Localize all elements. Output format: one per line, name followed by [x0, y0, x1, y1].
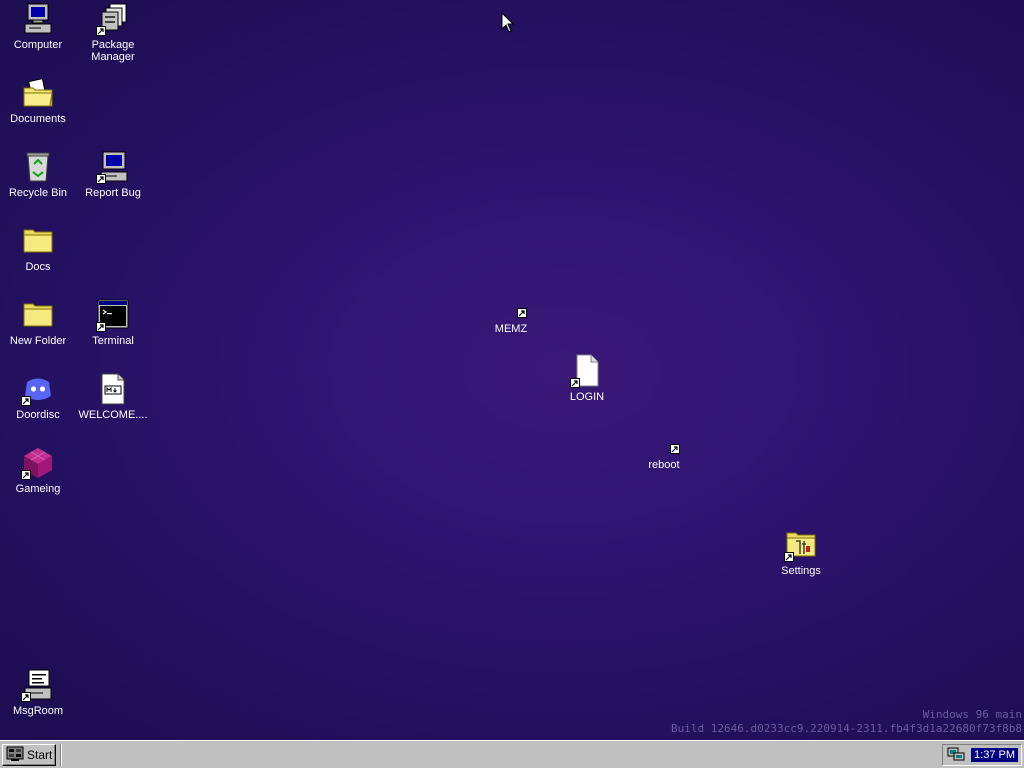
watermark-build: Build 12646.d0233cc9.220914-2311.fb4f3d1…: [671, 722, 1022, 735]
taskbar-divider: [60, 744, 62, 766]
desktop-icon-doordisc[interactable]: Doordisc: [0, 372, 76, 421]
recycle-bin-icon: [21, 150, 55, 184]
shortcut-arrow-icon: [670, 444, 680, 454]
desktop-icon-login[interactable]: LOGIN: [549, 354, 625, 403]
desktop-icon-computer[interactable]: Computer: [0, 2, 76, 51]
system-tray: 1:37 PM: [942, 744, 1022, 766]
terminal-icon: [96, 298, 130, 332]
desktop-icon-new-folder[interactable]: New Folder: [0, 298, 76, 347]
desktop-icon-documents[interactable]: Documents: [0, 76, 76, 125]
shortcut-arrow-icon: [96, 322, 106, 332]
shortcut-arrow-icon: [517, 308, 527, 318]
start-logo-icon: [6, 746, 24, 765]
watermark-edition: Windows 96 main: [922, 708, 1022, 721]
folder-icon: [21, 224, 55, 258]
desktop-icon-package-manager[interactable]: Package Manager: [75, 2, 151, 63]
desktop-icon-recycle-bin[interactable]: Recycle Bin: [0, 150, 76, 199]
desktop-icon-settings[interactable]: Settings: [763, 528, 839, 577]
shortcut-arrow-icon: [96, 26, 106, 36]
start-label: Start: [27, 748, 53, 762]
computer-icon: [21, 2, 55, 36]
msgroom-icon: [21, 668, 55, 702]
report-bug-icon: [96, 150, 130, 184]
network-tray-icon[interactable]: [947, 745, 965, 766]
doordisc-icon: [21, 372, 55, 406]
mouse-cursor-icon: [501, 11, 515, 39]
shortcut-arrow-icon: [21, 470, 31, 480]
reboot-icon: [647, 440, 681, 456]
documents-folder-icon: [21, 76, 55, 110]
desktop-icon-msgroom[interactable]: MsgRoom: [0, 668, 76, 717]
memz-icon: [494, 304, 528, 320]
desktop-icon-docs[interactable]: Docs: [0, 224, 76, 273]
shortcut-arrow-icon: [21, 396, 31, 406]
desktop[interactable]: Computer Package Manager Documents Recyc…: [0, 0, 1024, 740]
desktop-icon-gameing[interactable]: Gameing: [0, 446, 76, 495]
shortcut-arrow-icon: [96, 174, 106, 184]
shortcut-arrow-icon: [784, 552, 794, 562]
package-manager-icon: [96, 2, 130, 36]
desktop-icon-report-bug[interactable]: Report Bug: [75, 150, 151, 199]
desktop-icon-memz[interactable]: MEMZ: [473, 304, 549, 335]
build-watermark: Windows 96 main Build 12646.d0233cc9.220…: [671, 708, 1022, 736]
desktop-icon-welcome[interactable]: WELCOME....: [75, 372, 151, 421]
shortcut-arrow-icon: [570, 378, 580, 388]
taskbar: Start 1:37 PM: [0, 740, 1024, 768]
clock[interactable]: 1:37 PM: [971, 748, 1018, 762]
desktop-icon-terminal[interactable]: Terminal: [75, 298, 151, 347]
start-button[interactable]: Start: [2, 744, 56, 766]
desktop-icon-reboot[interactable]: reboot: [626, 440, 702, 471]
game-cube-icon: [21, 446, 55, 480]
settings-folder-icon: [784, 528, 818, 562]
markdown-file-icon: [96, 372, 130, 406]
shortcut-arrow-icon: [21, 692, 31, 702]
folder-icon: [21, 298, 55, 332]
file-icon: [570, 354, 604, 388]
